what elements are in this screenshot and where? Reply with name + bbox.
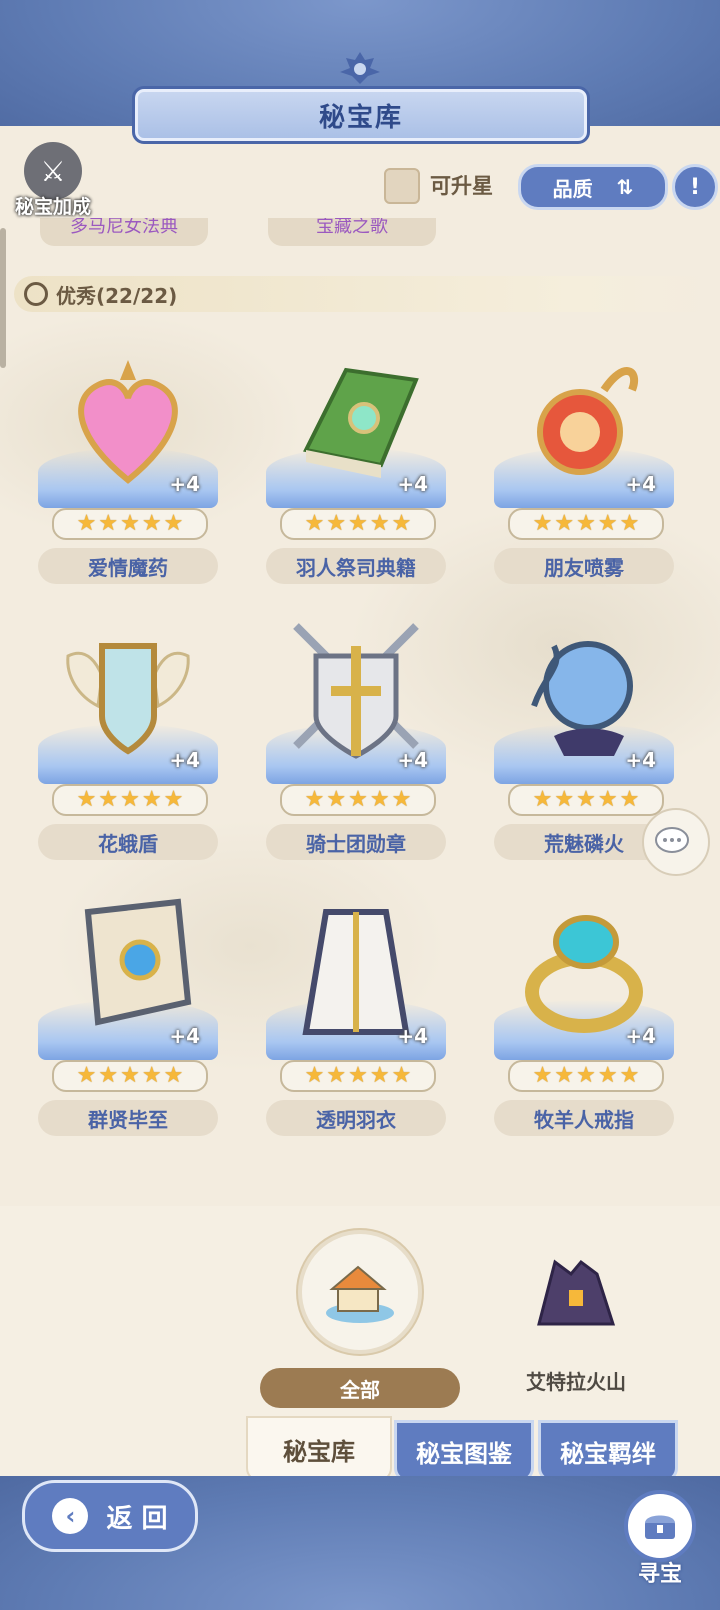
region-filter-all[interactable]: 全部 (260, 1230, 460, 1408)
star-rating: ★ ★ ★ ★ ★ (280, 784, 436, 816)
star-rating: ★ ★ ★ ★ ★ (52, 508, 208, 540)
item-name: 爱情魔药 (38, 548, 218, 584)
treasure-bonus-button[interactable]: ⚔ 秘宝加成 (8, 142, 98, 222)
treasure-item[interactable]: +4 ★ ★ ★ ★ ★ 爱情魔药 (38, 340, 218, 584)
chat-button[interactable] (642, 808, 710, 876)
item-name: 骑士团勋章 (266, 824, 446, 860)
region-label: 全部 (260, 1368, 460, 1408)
star-rating: ★ ★ ★ ★ ★ (508, 508, 664, 540)
tab-bonds[interactable]: 秘宝羁绊 (538, 1420, 678, 1482)
treasure-bonus-label: 秘宝加成 (14, 196, 91, 218)
house-island-icon (298, 1230, 422, 1354)
enhance-level: +4 (169, 472, 200, 496)
item-name: 朋友喷雾 (494, 548, 674, 584)
treasure-item[interactable]: +4 ★ ★ ★ ★ ★ 群贤毕至 (38, 892, 218, 1136)
item-name: 牧羊人戒指 (494, 1100, 674, 1136)
partial-item-name: 宝藏之歌 (268, 218, 436, 246)
treasure-item[interactable]: +4 ★ ★ ★ ★ ★ 花蛾盾 (38, 616, 218, 860)
quality-sort-label: 品质 (552, 176, 593, 201)
star-rating: ★ ★ ★ ★ ★ (52, 1060, 208, 1092)
tab-encyclopedia[interactable]: 秘宝图鉴 (394, 1420, 534, 1482)
enhance-level: +4 (625, 472, 656, 496)
quality-badge-icon (24, 282, 48, 306)
chevron-left-icon: ‹ (52, 1498, 89, 1534)
chat-bubble-icon (655, 827, 689, 853)
treasure-hunt-button[interactable]: 寻宝 (620, 1490, 700, 1587)
enhance-level: +4 (169, 1024, 200, 1048)
treasure-item[interactable]: +4 ★ ★ ★ ★ ★ 羽人祭司典籍 (266, 340, 446, 584)
treasure-item[interactable]: +4 ★ ★ ★ ★ ★ 牧羊人戒指 (494, 892, 674, 1136)
enhance-level: +4 (397, 472, 428, 496)
enhance-level: +4 (625, 748, 656, 772)
enhance-level: +4 (169, 748, 200, 772)
treasure-item[interactable]: +4 ★ ★ ★ ★ ★ 朋友喷雾 (494, 340, 674, 584)
enhance-level: +4 (625, 1024, 656, 1048)
star-rating: ★ ★ ★ ★ ★ (508, 1060, 664, 1092)
sort-toggle-icon: ⇅ (616, 175, 634, 199)
quality-sort-button[interactable]: 品质 ⇅ (518, 164, 668, 210)
page-title: 秘宝库 (318, 102, 403, 133)
tab-vault[interactable]: 秘宝库 (246, 1416, 392, 1482)
star-rating: ★ ★ ★ ★ ★ (280, 508, 436, 540)
treasure-hunt-label: 寻宝 (637, 1562, 682, 1587)
crest-icon (340, 52, 380, 84)
partial-item-name: 多马尼女法典 (40, 218, 208, 246)
region-label: 艾特拉火山 (526, 1369, 626, 1394)
star-rating: ★ ★ ★ ★ ★ (280, 1060, 436, 1092)
region-filter-volcano[interactable]: 艾特拉火山 (476, 1230, 676, 1400)
quality-section-label: 优秀(22/22) (56, 283, 178, 308)
treasure-item[interactable]: +4 ★ ★ ★ ★ ★ 骑士团勋章 (266, 616, 446, 860)
scrollbar[interactable] (0, 228, 6, 368)
item-name: 透明羽衣 (266, 1100, 446, 1136)
upgradable-label: 可升星 (430, 174, 493, 198)
vault-tabs: 秘宝库 秘宝图鉴 秘宝羁绊 (0, 1416, 720, 1482)
volcano-icon (518, 1230, 634, 1346)
enhance-level: +4 (397, 1024, 428, 1048)
enhance-level: +4 (397, 748, 428, 772)
star-rating: ★ ★ ★ ★ ★ (52, 784, 208, 816)
treasure-item[interactable]: +4 ★ ★ ★ ★ ★ 透明羽衣 (266, 892, 446, 1136)
info-icon[interactable]: ! (672, 164, 718, 210)
page-title-banner: 秘宝库 (132, 86, 590, 144)
upgradable-checkbox[interactable] (384, 168, 420, 204)
back-label: 返 回 (106, 1503, 168, 1534)
treasure-item[interactable]: +4 ★ ★ ★ ★ ★ 荒魅磷火 (494, 616, 674, 860)
item-name: 群贤毕至 (38, 1100, 218, 1136)
star-rating: ★ ★ ★ ★ ★ (508, 784, 664, 816)
quality-section-header: 优秀(22/22) (14, 276, 714, 312)
treasure-chest-icon (624, 1490, 696, 1562)
back-button[interactable]: ‹ 返 回 (22, 1480, 198, 1552)
item-name: 花蛾盾 (38, 824, 218, 860)
region-filter-bar: 全部 艾特拉火山 (0, 1206, 720, 1420)
item-name: 羽人祭司典籍 (266, 548, 446, 584)
